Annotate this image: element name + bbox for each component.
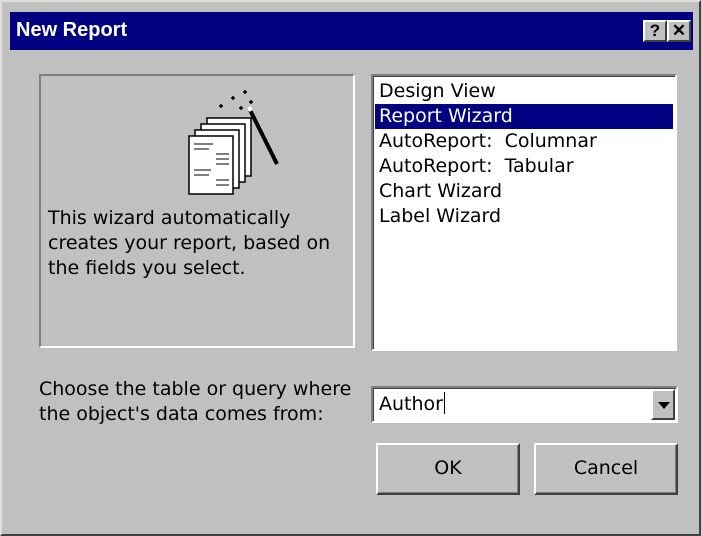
- dropdown-button[interactable]: [651, 389, 675, 420]
- ok-button[interactable]: OK: [376, 443, 520, 495]
- list-item-design-view[interactable]: Design View: [375, 79, 673, 104]
- list-item-chart-wizard[interactable]: Chart Wizard: [375, 179, 673, 204]
- source-input[interactable]: Author: [379, 392, 445, 417]
- report-type-list[interactable]: Design View Report Wizard AutoReport: Co…: [371, 74, 677, 351]
- list-item-label-wizard[interactable]: Label Wizard: [375, 204, 673, 229]
- text-caret: [443, 392, 445, 414]
- list-item-autoreport-tabular[interactable]: AutoReport: Tabular: [375, 154, 673, 179]
- help-button[interactable]: ?: [643, 20, 667, 42]
- list-item-autoreport-columnar[interactable]: AutoReport: Columnar: [375, 129, 673, 154]
- chevron-down-icon: [658, 402, 670, 409]
- report-wizard-icon: [188, 90, 279, 195]
- preview-panel: This wizard automatically creates your r…: [39, 74, 355, 348]
- source-label: Choose the table or query where the obje…: [39, 378, 352, 425]
- window-title: New Report: [16, 19, 128, 41]
- list-item-report-wizard[interactable]: Report Wizard: [375, 104, 673, 129]
- source-value: Author: [379, 393, 443, 415]
- source-combo-box[interactable]: Author: [371, 386, 678, 423]
- new-report-dialog: New Report ? ✕ This wizard automatically…: [0, 0, 701, 536]
- title-bar[interactable]: New Report ? ✕: [10, 12, 693, 50]
- wizard-description: This wizard automatically creates your r…: [48, 207, 331, 279]
- close-button[interactable]: ✕: [667, 20, 691, 42]
- cancel-button[interactable]: Cancel: [534, 443, 678, 495]
